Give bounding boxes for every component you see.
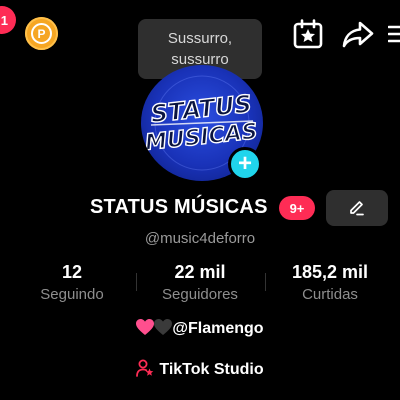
- profile-screen: 1 P Sussurro, sussurro STATUS MUSICAS + …: [0, 0, 400, 400]
- stat-label: Seguidores: [162, 286, 238, 303]
- display-name: STATUS MÚSICAS: [90, 196, 268, 218]
- name-badge[interactable]: 9+: [279, 196, 315, 220]
- username: @music4deforro: [144, 230, 256, 247]
- stat-divider: [265, 273, 266, 291]
- coin-icon[interactable]: P: [25, 17, 58, 50]
- stat-value: 22 mil: [174, 262, 226, 282]
- user-star-icon: [136, 359, 154, 377]
- calendar-star-icon[interactable]: [292, 18, 324, 50]
- tiktok-studio-label: TikTok Studio: [159, 361, 264, 378]
- coin-label: P: [31, 23, 52, 44]
- tiktok-studio-link[interactable]: TikTok Studio: [0, 359, 400, 379]
- stat-label: Curtidas: [302, 286, 358, 303]
- notification-badge[interactable]: 1: [0, 6, 16, 34]
- stat-divider: [136, 273, 137, 291]
- share-icon[interactable]: [342, 19, 374, 49]
- stat-likes[interactable]: 185,2 mil Curtidas: [270, 262, 390, 303]
- tooltip-line-1: Sussurro,: [167, 30, 233, 47]
- bio-line-hearts: @Flamengo: [0, 319, 400, 338]
- pink-heart-icon: [136, 319, 155, 335]
- stat-value: 12: [61, 262, 83, 282]
- bio-mention[interactable]: @Flamengo: [172, 320, 263, 337]
- stat-label: Seguindo: [40, 286, 104, 303]
- pencil-icon: [350, 201, 364, 216]
- add-story-button[interactable]: +: [228, 147, 262, 181]
- stat-followers[interactable]: 22 mil Seguidores: [140, 262, 260, 303]
- menu-icon[interactable]: [388, 18, 400, 50]
- edit-profile-button[interactable]: [326, 190, 388, 226]
- black-heart-icon: [154, 319, 173, 335]
- stat-value: 185,2 mil: [291, 262, 369, 282]
- stat-following[interactable]: 12 Seguindo: [12, 262, 132, 303]
